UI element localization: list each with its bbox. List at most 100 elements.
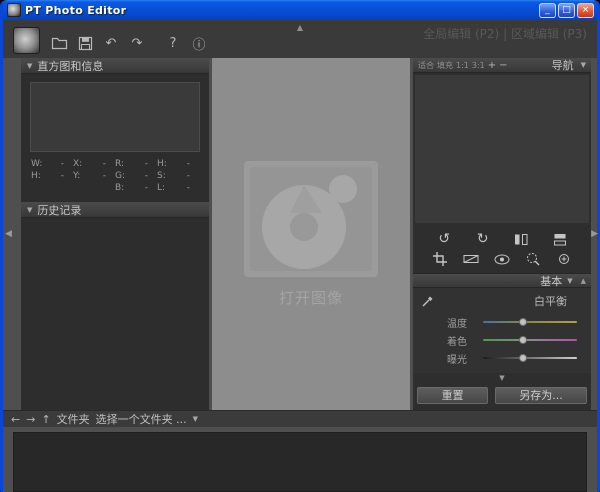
minimize-button[interactable]: _ — [539, 3, 556, 18]
white-balance-label[interactable]: 白平衡 — [534, 293, 567, 309]
info-value — [90, 182, 115, 194]
tint-slider-row: 着色 — [421, 331, 581, 349]
info-label: B: — [115, 182, 132, 194]
info-value: - — [174, 170, 199, 182]
info-label: S: — [157, 170, 174, 182]
right-gutter: ▶ — [594, 58, 597, 410]
slider-thumb[interactable] — [519, 318, 527, 326]
edit-tool-row — [425, 251, 579, 267]
collapse-right-panel-icon[interactable]: ▶ — [591, 229, 598, 239]
save-icon[interactable] — [74, 32, 96, 54]
histogram-section-header[interactable]: ▼ 直方图和信息 — [21, 58, 209, 74]
red-eye-tool-icon[interactable] — [492, 251, 512, 267]
tint-label: 着色 — [447, 333, 479, 348]
reset-button[interactable]: 重置 — [417, 387, 488, 404]
folder-label: 文件夹 — [57, 411, 90, 427]
scroll-up-icon[interactable]: ▲ — [581, 277, 586, 285]
forward-icon[interactable]: → — [26, 413, 35, 426]
info-value: - — [132, 182, 157, 194]
info-value: - — [48, 170, 73, 182]
white-balance-section: 白平衡 温度 着色 曝光 — [413, 288, 591, 373]
history-section-header[interactable]: ▼ 历史记录 — [21, 202, 209, 218]
temperature-slider[interactable] — [483, 321, 577, 323]
tab-separator: | — [503, 27, 507, 41]
info-label: R: — [115, 158, 132, 170]
tool-palette: ↺ ↻ — [413, 225, 591, 273]
rotate-cw-icon[interactable]: ↻ — [473, 231, 493, 247]
tint-slider[interactable] — [483, 339, 577, 341]
info-label: L: — [157, 182, 174, 194]
navigator-preview — [415, 75, 589, 223]
info-label: X: — [73, 158, 90, 170]
eyedropper-icon[interactable] — [421, 294, 435, 308]
help-icon[interactable]: ? — [162, 32, 184, 54]
window-controls: _ □ × — [539, 3, 594, 18]
exposure-label: 曝光 — [447, 351, 479, 366]
flip-horizontal-icon[interactable] — [511, 231, 531, 247]
info-label: Y: — [73, 170, 90, 182]
left-gutter: ◀ — [3, 58, 18, 410]
slider-thumb[interactable] — [519, 336, 527, 344]
adjustment-brush-tool-icon[interactable] — [554, 251, 574, 267]
info-icon[interactable]: ⓘ — [188, 32, 210, 54]
titlebar[interactable]: PT Photo Editor _ □ × — [3, 0, 597, 20]
basic-section-header[interactable]: 基本 ▼ ▲ — [413, 273, 591, 288]
undo-icon[interactable]: ↶ — [100, 32, 122, 54]
tab-global-edit[interactable]: 全局编辑 (P2) — [423, 27, 499, 41]
save-as-button[interactable]: 另存为... — [495, 387, 587, 404]
flip-vertical-icon[interactable] — [550, 231, 570, 247]
history-list — [21, 218, 209, 410]
histogram-display — [30, 82, 200, 152]
collapse-left-panel-icon[interactable]: ◀ — [5, 229, 12, 239]
exposure-slider[interactable] — [483, 357, 577, 359]
zoom-fill-button[interactable]: 填充 — [437, 60, 453, 71]
rotate-ccw-icon[interactable]: ↺ — [434, 231, 454, 247]
collapse-arrow-icon[interactable]: ▼ — [581, 61, 586, 69]
info-label — [31, 182, 48, 194]
close-button[interactable]: × — [577, 3, 594, 18]
info-value: - — [48, 158, 73, 170]
slider-thumb[interactable] — [519, 354, 527, 362]
image-canvas[interactable]: 打开图像 — [212, 58, 410, 410]
placeholder-image-icon — [244, 161, 378, 277]
folder-select[interactable]: 选择一个文件夹 ... — [96, 411, 187, 427]
spot-removal-tool-icon[interactable] — [523, 251, 543, 267]
info-value: - — [132, 170, 157, 182]
collapse-top-arrow-icon[interactable]: ▲ — [297, 23, 303, 32]
collapse-arrow-icon: ▼ — [27, 62, 32, 70]
transform-tool-row: ↺ ↻ — [425, 231, 579, 247]
left-panel: ▼ 直方图和信息 W:- X:- R:- H:- H:- Y:- G:- S:-… — [21, 58, 209, 410]
info-value — [48, 182, 73, 194]
dropdown-arrow-icon[interactable]: ▼ — [193, 415, 198, 423]
navigation-header: 适合 填充 1:1 3:1 + − 导航 ▼ — [413, 58, 591, 73]
open-folder-icon[interactable] — [48, 32, 70, 54]
panel-buttons: 重置 另存为... — [413, 383, 591, 410]
filmstrip-thumbnails — [13, 432, 587, 492]
straighten-tool-icon[interactable] — [461, 251, 481, 267]
zoom-in-button[interactable]: + — [488, 60, 496, 71]
back-icon[interactable]: ← — [11, 413, 20, 426]
collapse-arrow-icon: ▼ — [27, 206, 32, 214]
temperature-label: 温度 — [447, 315, 479, 330]
navigator-label: 导航 — [552, 57, 574, 73]
zoom-out-button[interactable]: − — [499, 60, 507, 71]
tab-local-edit[interactable]: 区域编辑 (P3) — [511, 27, 587, 41]
maximize-button[interactable]: □ — [558, 3, 575, 18]
info-label: H: — [31, 170, 48, 182]
app-window: PT Photo Editor _ □ × ↶ ↷ ? ⓘ 全局编辑 (P2) … — [0, 0, 600, 492]
app-icon — [7, 3, 21, 17]
image-info-grid: W:- X:- R:- H:- H:- Y:- G:- S:- B:- L:- — [31, 158, 199, 194]
crop-tool-icon[interactable] — [430, 251, 450, 267]
edit-mode-tabs: 全局编辑 (P2) | 区域编辑 (P3) — [423, 25, 587, 42]
right-panel: 适合 填充 1:1 3:1 + − 导航 ▼ ↺ ↻ — [413, 58, 591, 410]
info-value: - — [132, 158, 157, 170]
filmstrip-toolbar: ← → ↑ 文件夹 选择一个文件夹 ... ▼ — [3, 410, 597, 427]
scroll-down-icon[interactable]: ▼ — [413, 373, 591, 383]
zoom-fit-button[interactable]: 适合 — [418, 60, 434, 71]
info-label: G: — [115, 170, 132, 182]
redo-icon[interactable]: ↷ — [126, 32, 148, 54]
up-folder-icon[interactable]: ↑ — [41, 413, 50, 426]
open-image-label[interactable]: 打开图像 — [279, 287, 343, 308]
zoom-3-1-button[interactable]: 3:1 — [472, 61, 485, 70]
zoom-1-1-button[interactable]: 1:1 — [456, 61, 469, 70]
